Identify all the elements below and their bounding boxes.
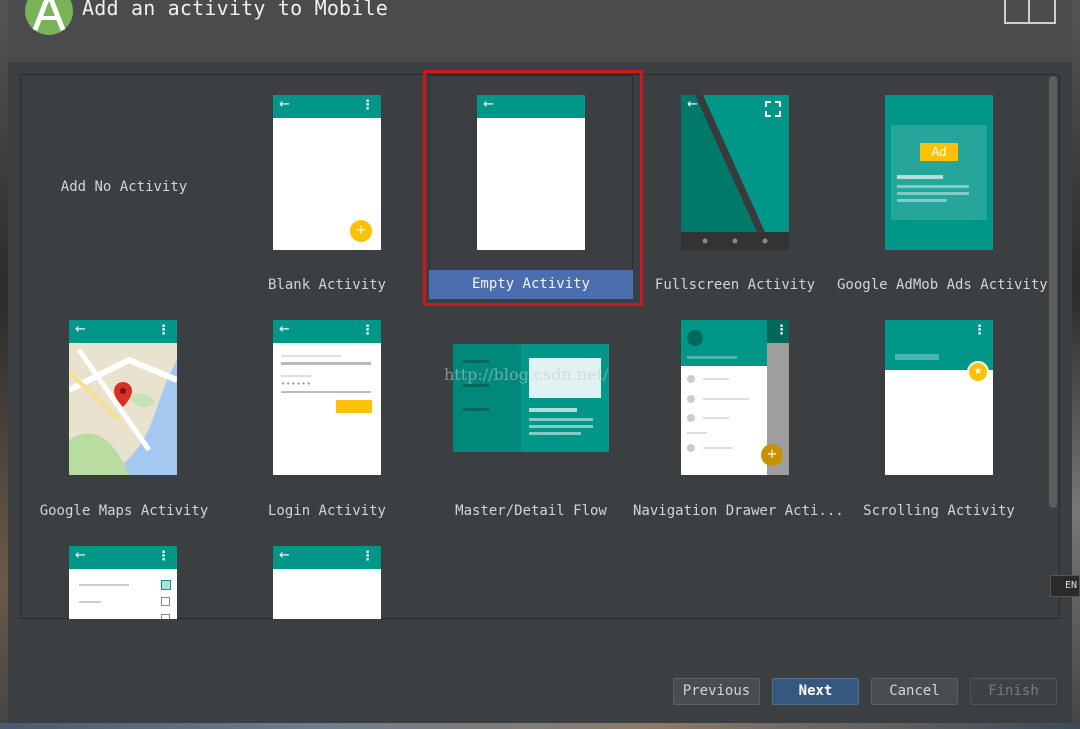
app-bar: ← ⋮ [273,95,381,118]
app-bar: ← ⋮ [273,546,381,569]
back-arrow-icon: ← [75,548,86,563]
fullscreen-icon [765,101,781,117]
next-button[interactable]: Next [772,678,859,705]
sign-in-button-graphic [336,400,372,413]
template-settings-activity[interactable]: ← ⋮ [22,527,226,619]
selection-highlight [423,70,643,306]
template-label: Master/Detail Flow [455,503,607,519]
template-thumbnail: ← ⋮ •••••• [273,320,381,475]
device-icon [1004,0,1056,24]
ime-indicator: EN [1050,575,1080,597]
back-arrow-icon: ← [279,322,290,337]
template-thumbnail: ← [681,95,789,250]
template-thumbnail: ← ⋮ [273,546,381,619]
overflow-menu-icon: ⋮ [361,323,374,338]
back-arrow-icon: ← [687,97,698,112]
template-login-activity[interactable]: ← ⋮ •••••• Login Activity [225,301,429,527]
checkbox-icon [161,597,170,606]
cancel-button[interactable]: Cancel [871,678,958,705]
template-label: Fullscreen Activity [654,277,816,293]
dialog-title: Add an activity to Mobile [82,0,389,20]
back-arrow-icon: ← [279,97,290,112]
template-thumbnail [453,344,609,452]
fullscreen-diagonal [681,95,789,250]
template-scrolling-activity[interactable]: ⋮ ★ Scrolling Activity [837,301,1041,527]
fab-star-icon: ★ [967,361,989,383]
window-border-right [1072,0,1080,729]
template-navigation-drawer[interactable]: ⋮ + Navigation Drawer Acti... [633,301,844,527]
android-studio-logo-icon [25,0,73,35]
template-label: Add No Activity [60,179,188,195]
template-blank-activity[interactable]: ← ⋮ + Blank Activity [225,75,429,301]
window-border-left [0,0,8,729]
template-maps-activity[interactable]: ← ⋮ Google Maps Activity [22,301,226,527]
drawer-panel [681,320,767,475]
previous-button[interactable]: Previous [673,678,760,705]
template-tabbed-activity[interactable]: ← ⋮ [225,527,429,619]
fab-add-icon: + [761,444,783,466]
finish-button[interactable]: Finish [970,678,1057,705]
overflow-menu-icon: ⋮ [157,323,170,338]
template-add-no-activity[interactable]: Add No Activity [22,75,226,301]
template-thumbnail: ⋮ + [681,320,789,475]
password-mask: •••••• [281,380,312,388]
scrollbar-thumb[interactable] [1049,76,1057,508]
checkbox-icon [161,614,170,619]
template-label: Scrolling Activity [863,503,1015,519]
overflow-menu-icon: ⋮ [361,98,374,113]
ad-badge: Ad [920,143,958,161]
template-label: Blank Activity [267,277,386,293]
app-bar: ← ⋮ [69,546,177,569]
app-bar: ← ⋮ [69,320,177,343]
overflow-menu-icon: ⋮ [361,549,374,564]
map-illustration [69,348,177,475]
window-border-bottom [0,723,1080,729]
template-label: Login Activity [267,503,386,519]
overflow-menu-icon: ⋮ [973,323,986,338]
template-thumbnail: ← ⋮ [69,320,177,475]
watermark: http://blog.csdn.net/ [444,365,609,384]
new-activity-dialog: Add an activity to Mobile Add No Activit… [0,0,1080,729]
template-thumbnail: Ad [885,95,993,250]
checkbox-checked-icon [161,580,171,590]
template-admob-activity[interactable]: Ad Google AdMob Ads Activity [837,75,1048,301]
back-arrow-icon: ← [279,548,290,563]
ad-card: Ad [891,125,987,220]
overflow-menu-icon: ⋮ [157,549,170,564]
template-thumbnail: ⋮ ★ [885,320,993,475]
template-label: Google AdMob Ads Activity [837,277,1048,293]
template-master-detail-flow[interactable]: Master/Detail Flow [429,301,633,527]
template-label: Navigation Drawer Acti... [633,503,844,519]
template-label: Google Maps Activity [39,503,209,519]
fab-add-icon: + [350,220,372,242]
template-thumbnail: ← ⋮ + [273,95,381,250]
back-arrow-icon: ← [75,322,86,337]
app-bar: ← ⋮ [273,320,381,343]
template-fullscreen-activity[interactable]: ← Fullscreen Activity [633,75,837,301]
template-thumbnail: ← ⋮ [69,546,177,619]
